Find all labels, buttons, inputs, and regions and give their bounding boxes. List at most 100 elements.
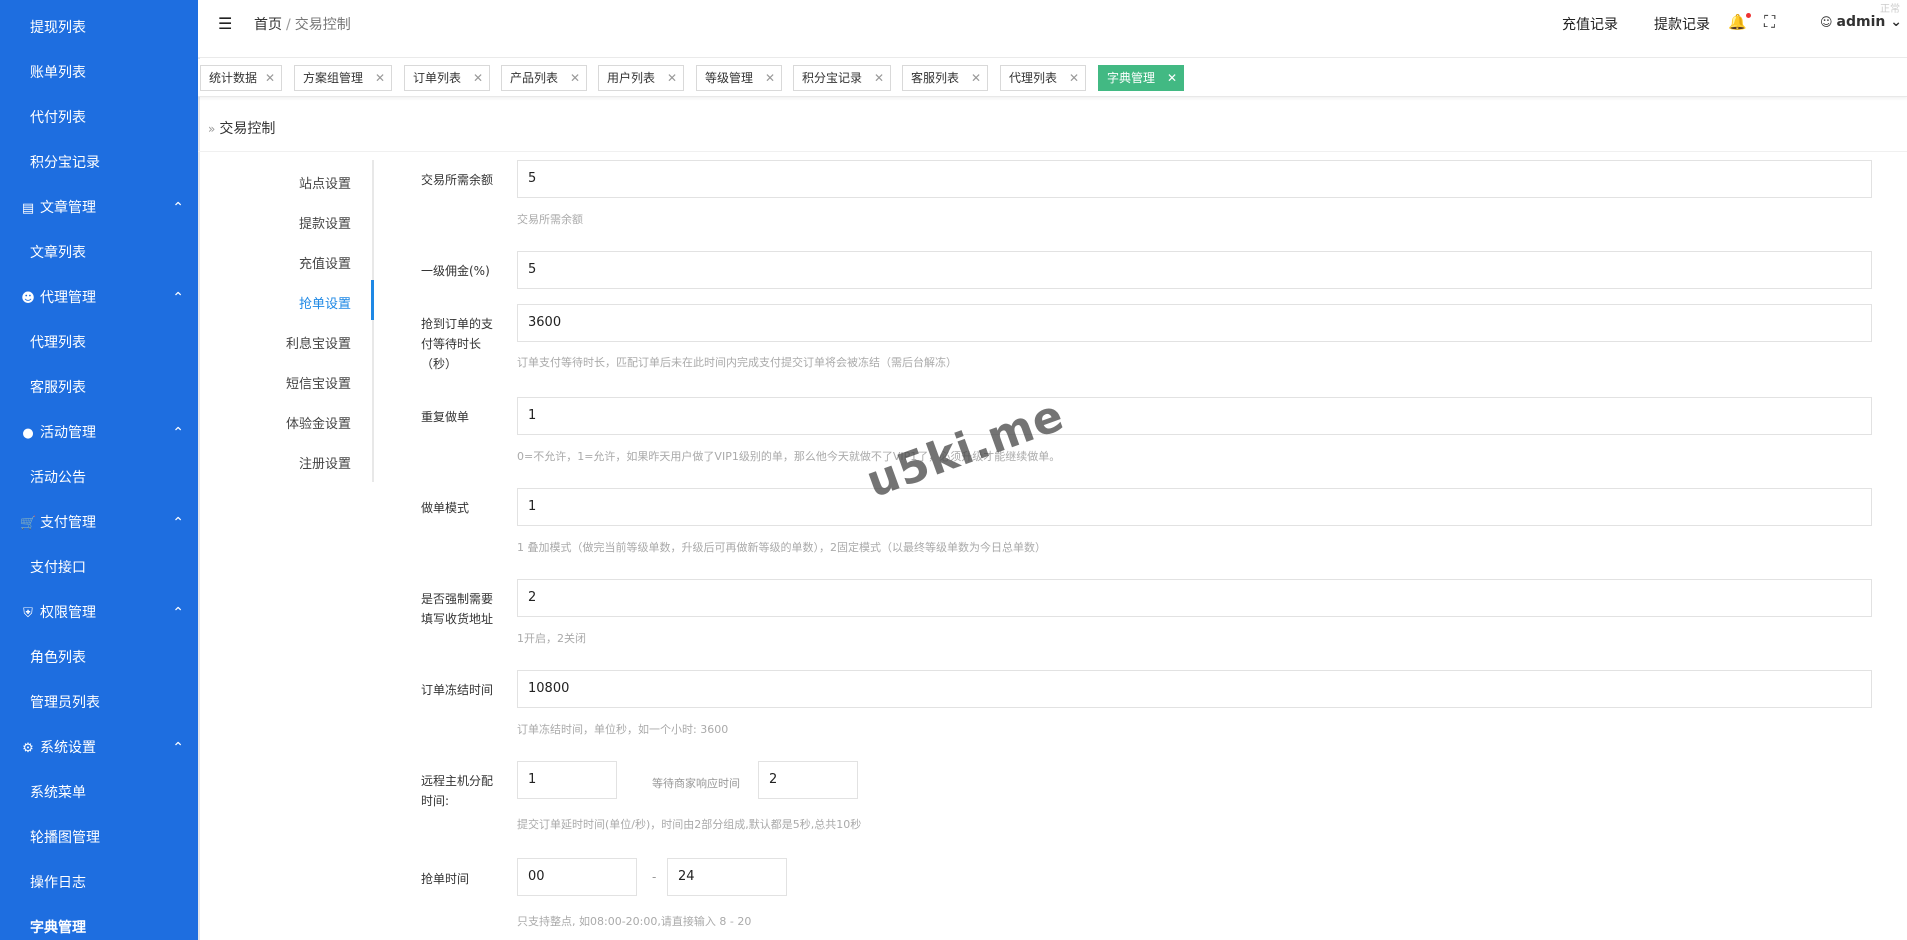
sidebar-item-label: 文章列表: [30, 245, 86, 261]
close-icon[interactable]: ✕: [971, 66, 981, 90]
tab-orders[interactable]: 订单列表 ✕: [404, 65, 490, 91]
bell-icon[interactable]: 🔔: [1728, 13, 1751, 31]
tab-users[interactable]: 用户列表 ✕: [598, 65, 684, 91]
sidebar-item-article-list[interactable]: 文章列表: [0, 231, 198, 276]
sidebar-group-agents[interactable]: ☻ 代理管理 ⌃: [0, 276, 198, 321]
subnav-recharge-settings[interactable]: 充值设置: [299, 253, 351, 272]
sidebar-group-payment[interactable]: 🛒 支付管理 ⌃: [0, 501, 198, 546]
sidebar-group-label: 支付管理: [40, 515, 96, 531]
sidebar-group-label: 系统设置: [40, 740, 96, 756]
freeze-input[interactable]: 10800: [517, 670, 1872, 708]
fullscreen-icon[interactable]: ⛶: [1764, 12, 1775, 32]
withdraw-records-link[interactable]: 提款记录: [1654, 14, 1710, 34]
remote-hint: 提交订单延时时间(单位/秒)，时间由2部分组成,默认都是5秒,总共10秒: [517, 818, 862, 831]
sidebar-item-label: 代理列表: [30, 335, 86, 351]
sidebar-group-permissions[interactable]: ⛨ 权限管理 ⌃: [0, 591, 198, 636]
sidebar-item-role-list[interactable]: 角色列表: [0, 636, 198, 681]
subnav-interest-settings[interactable]: 利息宝设置: [286, 333, 351, 352]
chevron-up-icon: ⌃: [172, 605, 184, 621]
pay-wait-input[interactable]: 3600: [517, 304, 1872, 342]
tab-products[interactable]: 产品列表 ✕: [501, 65, 587, 91]
sidebar-item-operation-log[interactable]: 操作日志: [0, 861, 198, 906]
subnav-withdraw-settings[interactable]: 提款设置: [299, 213, 351, 232]
address-hint: 1开启，2关闭: [517, 632, 586, 645]
grab-start-input[interactable]: 00: [517, 858, 637, 896]
commission-input[interactable]: 5: [517, 251, 1872, 289]
tab-statistics[interactable]: 统计数据 ✕: [200, 65, 282, 91]
mode-input[interactable]: 1: [517, 488, 1872, 526]
remote-input[interactable]: 1: [517, 761, 617, 799]
breadcrumb-home[interactable]: 首页: [254, 17, 282, 33]
notification-dot: [1745, 13, 1751, 18]
grab-end-input[interactable]: 24: [667, 858, 787, 896]
sidebar-item-system-menu[interactable]: 系统菜单: [0, 771, 198, 816]
close-icon[interactable]: ✕: [667, 66, 677, 90]
close-icon[interactable]: ✕: [1167, 66, 1177, 90]
balance-input[interactable]: 5: [517, 160, 1872, 198]
tab-scheme-groups[interactable]: 方案组管理 ✕: [294, 65, 392, 91]
double-chevron-icon: »: [208, 122, 216, 136]
user-menu[interactable]: ☺ admin ⌄: [1820, 14, 1902, 30]
document-icon: ▤: [21, 201, 35, 216]
balance-hint: 交易所需余额: [517, 213, 583, 226]
recharge-records-link[interactable]: 充值记录: [1562, 14, 1618, 34]
sidebar-scroll-strip[interactable]: [198, 0, 200, 940]
tab-label: 产品列表: [510, 71, 559, 85]
gear-icon: ⚙: [22, 741, 34, 756]
subnav-active-marker: [371, 280, 374, 320]
sidebar-group-activities[interactable]: ● 活动管理 ⌃: [0, 411, 198, 456]
sidebar-item-points-record[interactable]: 积分宝记录: [0, 141, 198, 186]
tab-dictionary[interactable]: 字典管理 ✕: [1098, 65, 1184, 91]
tab-levels[interactable]: 等级管理 ✕: [696, 65, 782, 91]
sidebar-item-carousel[interactable]: 轮播图管理: [0, 816, 198, 861]
page-title: » 交易控制: [208, 118, 275, 138]
tab-label: 等级管理: [705, 71, 754, 85]
close-icon[interactable]: ✕: [265, 66, 275, 90]
repeat-input[interactable]: 1: [517, 397, 1872, 435]
sidebar-group-label: 文章管理: [40, 200, 96, 216]
close-icon[interactable]: ✕: [765, 66, 775, 90]
mode-label: 做单模式: [421, 501, 470, 515]
merchant-input[interactable]: 2: [758, 761, 858, 799]
subnav-grab-settings[interactable]: 抢单设置: [299, 293, 351, 312]
sidebar-item-label: 活动公告: [30, 470, 86, 486]
subnav-sms-settings[interactable]: 短信宝设置: [286, 373, 351, 392]
close-icon[interactable]: ✕: [473, 66, 483, 90]
sidebar-item-announcements[interactable]: 活动公告: [0, 456, 198, 501]
tab-service[interactable]: 客服列表 ✕: [902, 65, 988, 91]
subnav-trial-settings[interactable]: 体验金设置: [286, 413, 351, 432]
repeat-label: 重复做单: [421, 410, 470, 424]
close-icon[interactable]: ✕: [570, 66, 580, 90]
chevron-down-icon: ⌄: [1890, 14, 1902, 30]
sidebar-item-label: 提现列表: [30, 20, 86, 36]
tab-label: 方案组管理: [303, 71, 364, 85]
merchant-label: 等待商家响应时间: [652, 777, 740, 790]
close-icon[interactable]: ✕: [874, 66, 884, 90]
breadcrumb: 首页 / 交易控制: [254, 14, 351, 34]
sidebar-item-agent-list[interactable]: 代理列表: [0, 321, 198, 366]
mode-hint: 1 叠加模式（做完当前等级单数，升级后可再做新等级的单数），2固定模式（以最终等…: [517, 541, 1046, 554]
sidebar-item-withdraw-list[interactable]: 提现列表: [0, 6, 198, 51]
sidebar-item-label: 操作日志: [30, 875, 86, 891]
sidebar-item-label: 角色列表: [30, 650, 86, 666]
sidebar-item-dictionary[interactable]: 字典管理: [0, 906, 198, 940]
subnav-site-settings[interactable]: 站点设置: [299, 173, 351, 192]
sidebar-item-payment-api[interactable]: 支付接口: [0, 546, 198, 591]
tab-label: 积分宝记录: [802, 71, 863, 85]
sidebar-item-admin-list[interactable]: 管理员列表: [0, 681, 198, 726]
tab-agents[interactable]: 代理列表 ✕: [1000, 65, 1086, 91]
address-input[interactable]: 2: [517, 579, 1872, 617]
subnav-register-settings[interactable]: 注册设置: [299, 453, 351, 472]
sidebar-item-label: 管理员列表: [30, 695, 100, 711]
tab-points-record[interactable]: 积分宝记录 ✕: [793, 65, 891, 91]
close-icon[interactable]: ✕: [1069, 66, 1079, 90]
menu-toggle-icon[interactable]: ☰: [218, 14, 232, 33]
sidebar-item-payout-list[interactable]: 代付列表: [0, 96, 198, 141]
sidebar-group-articles[interactable]: ▤ 文章管理 ⌃: [0, 186, 198, 231]
sidebar-item-service-list[interactable]: 客服列表: [0, 366, 198, 411]
sidebar-item-bill-list[interactable]: 账单列表: [0, 51, 198, 96]
close-icon[interactable]: ✕: [375, 66, 385, 90]
cart-icon: 🛒: [20, 516, 37, 531]
sidebar-item-label: 轮播图管理: [30, 830, 100, 846]
sidebar-group-system[interactable]: ⚙ 系统设置 ⌃: [0, 726, 198, 771]
